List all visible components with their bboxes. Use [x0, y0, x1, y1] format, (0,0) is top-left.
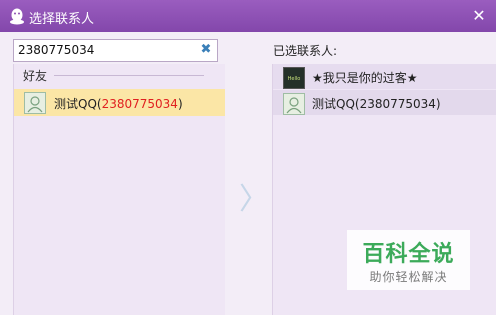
search-input[interactable] — [18, 42, 193, 58]
selected-contacts-label: 已选联系人: — [273, 44, 338, 58]
group-divider — [54, 75, 204, 76]
qq-penguin-icon — [10, 8, 24, 25]
default-avatar-icon — [24, 92, 46, 114]
friend-list-panel: 好友 测试QQ(2380775034) — [13, 64, 225, 315]
default-avatar-icon — [283, 93, 305, 115]
clear-search-icon[interactable]: ✖ — [199, 41, 213, 59]
watermark-title: 百科全说 — [362, 242, 455, 267]
watermark: 百科全说 助你轻松解决 — [347, 230, 470, 290]
selected-contact-name: 测试QQ(2380775034) — [312, 97, 441, 111]
friend-qq-number: 2380775034 — [101, 97, 178, 111]
friend-name: 测试QQ(2380775034) — [54, 97, 183, 111]
search-box[interactable]: ✖ — [13, 39, 218, 62]
window-title: 选择联系人 — [29, 12, 95, 27]
selected-contact-name: ★我只是你的过客★ — [312, 71, 418, 85]
dark-photo-avatar-icon: Hello — [283, 67, 305, 89]
title-bar: 选择联系人 ✕ — [0, 0, 496, 32]
close-button[interactable]: ✕ — [468, 5, 490, 27]
selected-list-item[interactable]: Hello ★我只是你的过客★ — [273, 64, 496, 89]
group-label: 好友 — [23, 69, 48, 83]
watermark-subtitle: 助你轻松解决 — [369, 270, 448, 284]
friend-list-item[interactable]: 测试QQ(2380775034) — [14, 89, 225, 116]
svg-text:Hello: Hello — [288, 76, 301, 82]
selected-list-item[interactable]: 测试QQ(2380775034) — [273, 90, 496, 115]
group-header-friends[interactable]: 好友 — [14, 64, 225, 86]
add-arrow-icon[interactable]: 〉 — [239, 183, 269, 217]
